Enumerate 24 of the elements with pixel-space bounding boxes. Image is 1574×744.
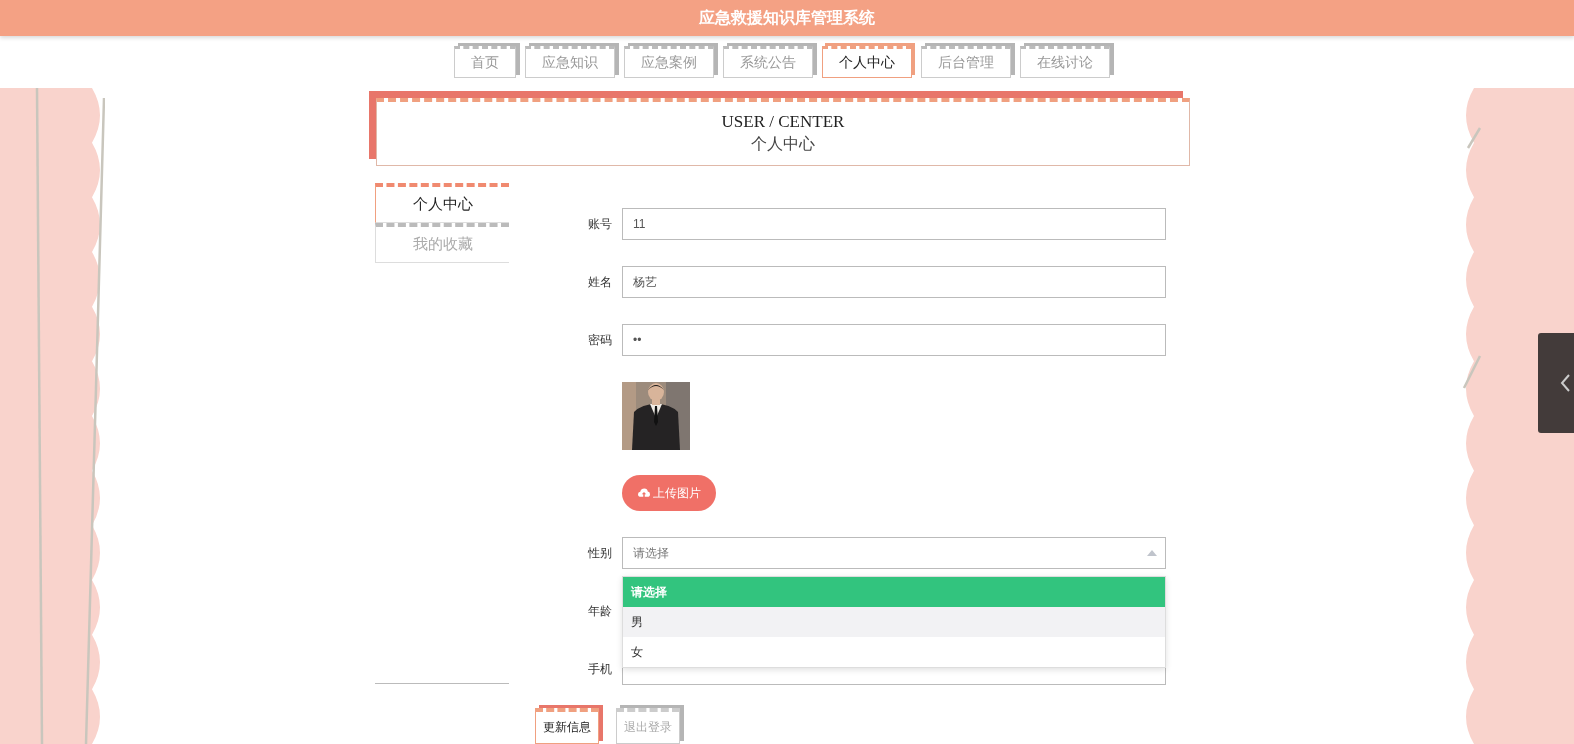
field-label: 密码: [588, 331, 613, 349]
nav-tab[interactable]: 个人中心: [822, 46, 912, 78]
sidebar-item[interactable]: 个人中心: [375, 183, 509, 223]
input-field[interactable]: 11: [622, 208, 1166, 240]
field-label: 性别: [588, 544, 613, 562]
field-label: 年龄: [588, 602, 613, 620]
select-field[interactable]: 请选择: [622, 537, 1166, 569]
header-subtitle: 个人中心: [751, 134, 815, 154]
collapse-handle[interactable]: [1538, 333, 1574, 433]
header-title: USER / CENTER: [721, 112, 845, 132]
dropdown-option[interactable]: 男: [623, 607, 1165, 637]
field-label: 姓名: [588, 273, 613, 291]
field-label: 手机: [588, 660, 613, 678]
dropdown-option[interactable]: 女: [623, 637, 1165, 667]
sidebar-item[interactable]: 我的收藏: [375, 223, 509, 263]
caret-icon: [1147, 550, 1157, 556]
field-label: 账号: [588, 215, 613, 233]
dropdown-option[interactable]: 请选择: [623, 577, 1165, 607]
input-field[interactable]: 杨艺: [622, 266, 1166, 298]
upload-button[interactable]: 上传图片: [622, 475, 716, 511]
chevron-left-icon: [1560, 373, 1570, 393]
cloud-upload-icon: [637, 488, 650, 498]
input-field[interactable]: ••: [622, 324, 1166, 356]
app-title: 应急救援知识库管理系统: [699, 7, 875, 28]
